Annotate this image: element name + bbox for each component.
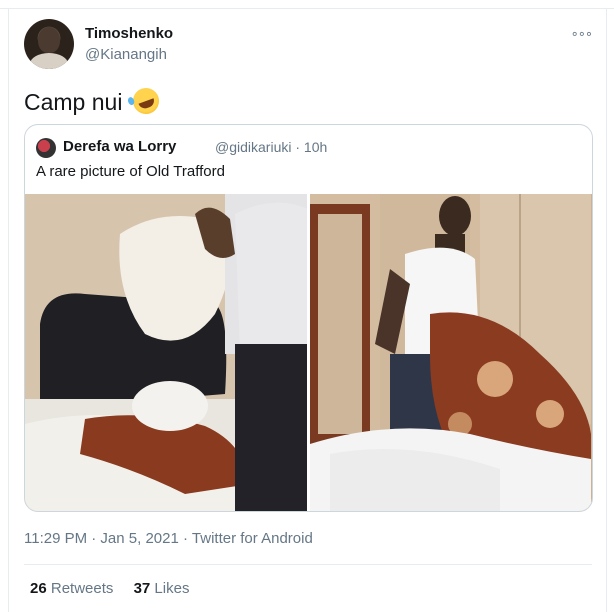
- quoted-tweet-meta: @gidikariuki · 10h: [215, 139, 327, 155]
- author-name[interactable]: Timoshenko: [85, 25, 173, 42]
- tweet-source[interactable]: Twitter for Android: [192, 530, 313, 547]
- retweets-stat[interactable]: 26 Retweets: [30, 580, 118, 597]
- tweet-meta: 11:29 PM · Jan 5, 2021 · Twitter for And…: [24, 530, 313, 547]
- quoted-tweet-card[interactable]: Derefa wa Lorry @gidikariuki · 10h A rar…: [24, 124, 593, 512]
- retweets-count: 26: [30, 580, 47, 597]
- right-border: [606, 8, 607, 612]
- rolling-on-floor-laughing-emoji-icon: [129, 84, 163, 118]
- quoted-author-handle: @gidikariuki: [215, 139, 292, 155]
- quoted-author-name: Derefa wa Lorry: [63, 138, 177, 155]
- photo-right-illustration: [310, 194, 591, 511]
- likes-label: Likes: [154, 580, 190, 597]
- likes-stat[interactable]: 37 Likes: [134, 580, 190, 597]
- quoted-tweet-media[interactable]: [25, 194, 592, 511]
- author-avatar[interactable]: [24, 19, 74, 69]
- likes-count: 37: [133, 580, 151, 597]
- author-handle[interactable]: @Kianangih: [85, 46, 167, 63]
- more-options-icon[interactable]: ∘∘∘: [571, 26, 593, 42]
- retweets-label: Retweets: [50, 580, 114, 597]
- photo-left-illustration: [25, 194, 307, 511]
- tweet-timestamp[interactable]: 11:29 PM · Jan 5, 2021: [24, 530, 179, 547]
- stats-divider: [24, 564, 592, 565]
- top-divider: [0, 8, 614, 9]
- tweet-stats: 26 Retweets 37 Likes: [30, 580, 189, 597]
- media-photo-left[interactable]: [25, 194, 307, 511]
- media-photo-right[interactable]: [310, 194, 592, 511]
- quoted-tweet-text: A rare picture of Old Trafford: [36, 163, 225, 180]
- quoted-tweet-age: 10h: [303, 139, 328, 155]
- left-border: [8, 8, 9, 612]
- quoted-meta-separator: ·: [295, 139, 301, 155]
- quoted-author-avatar: [36, 138, 56, 158]
- tweet-text-content: Camp nui: [24, 89, 123, 115]
- tweet-text: Camp nui: [24, 84, 163, 118]
